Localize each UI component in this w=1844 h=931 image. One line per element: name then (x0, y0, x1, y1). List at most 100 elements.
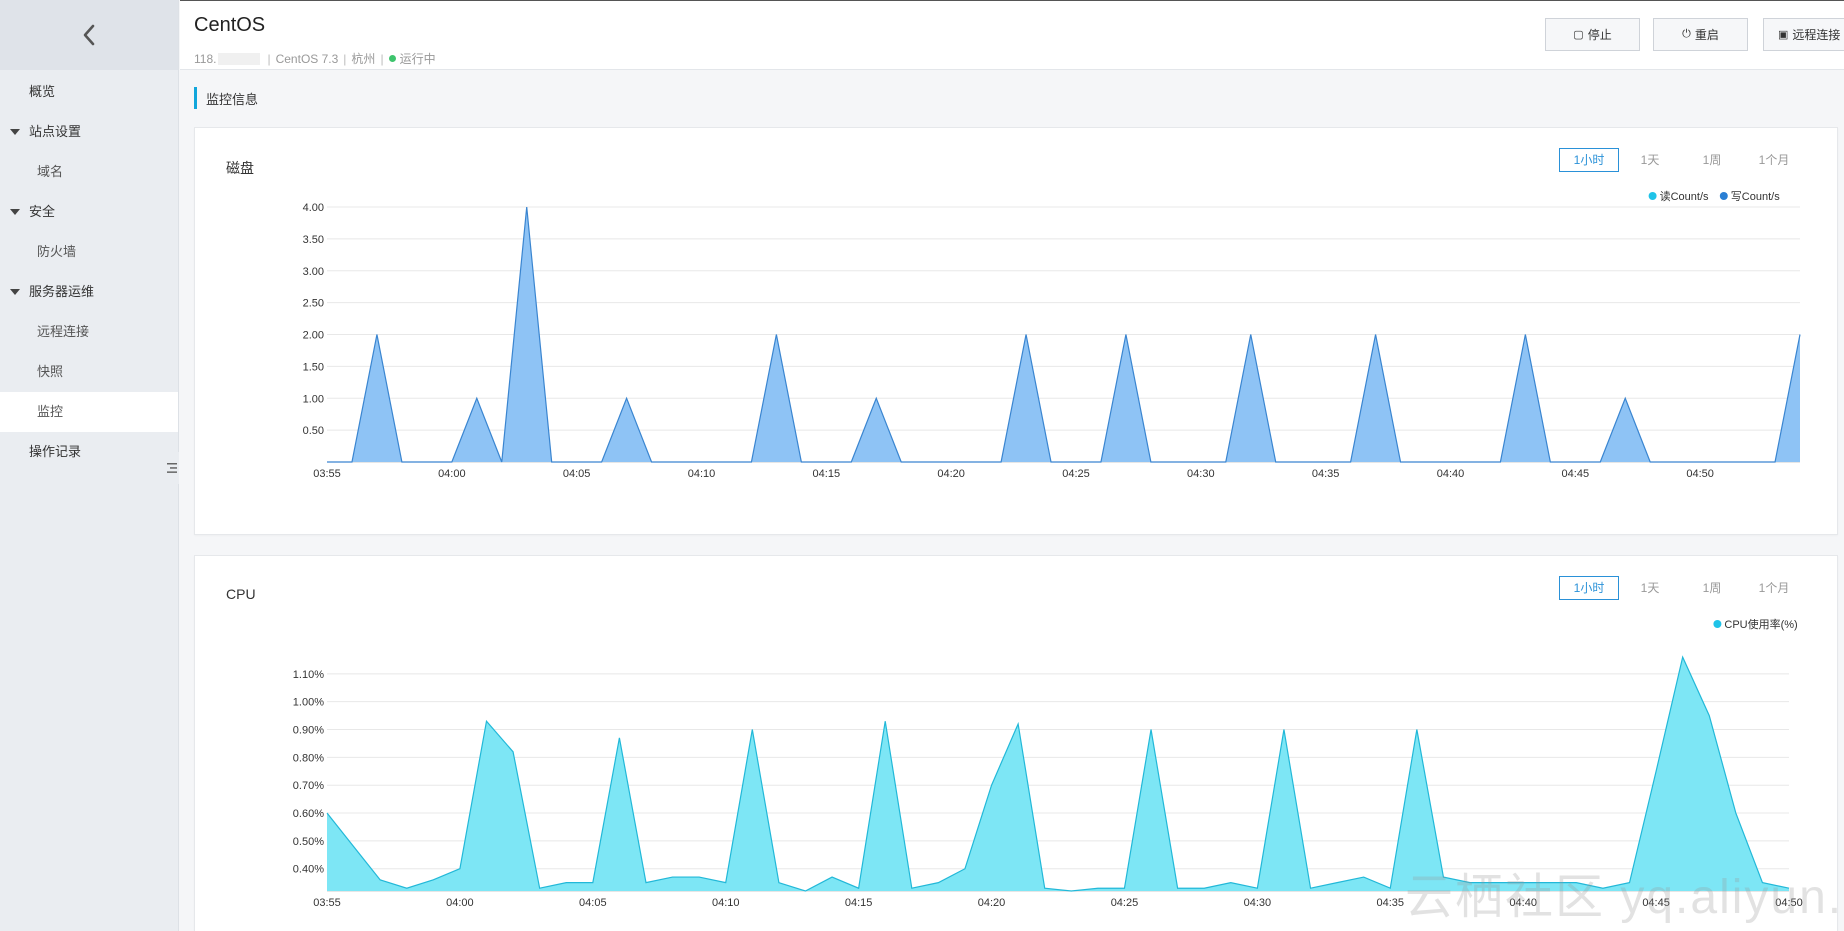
y-tick-label: 2.50 (303, 298, 324, 310)
sidebar-item[interactable]: 概览 (0, 72, 178, 112)
legend-label: 写Count/s (1731, 191, 1780, 203)
legend-dot (1719, 192, 1728, 200)
x-tick-label: 04:40 (1509, 897, 1537, 909)
x-tick-label: 04:25 (1062, 468, 1090, 480)
y-tick-label: 0.80% (293, 752, 324, 764)
sidebar-item[interactable]: 远程连接 (0, 312, 178, 352)
cpu-monitor-card: CPU 1小时 1天 1周 1个月 0.40% 0.50% 0.60% 0.70% 0.… (194, 555, 1838, 931)
status-text: 运行中 (399, 52, 436, 66)
x-tick-label: 04:15 (813, 468, 841, 480)
x-tick-label: 04:20 (937, 468, 965, 480)
sidebar-item-label: 概览 (29, 84, 56, 99)
sidebar-nav: 概览站点设置域名安全防火墙服务器运维远程连接快照监控操作记录 (0, 72, 178, 472)
y-tick-label: 4.00 (303, 202, 324, 214)
section-accent-bar (194, 87, 197, 109)
caret-down-icon (10, 289, 20, 295)
x-tick-label: 04:00 (446, 897, 474, 909)
x-tick-label: 04:35 (1377, 897, 1405, 909)
os-version: CentOS 7.3 (275, 51, 339, 66)
legend-dot (1713, 620, 1722, 628)
sidebar-item[interactable]: 操作记录 (0, 432, 178, 472)
y-tick-label: 1.10% (293, 669, 324, 681)
remote-connect-button[interactable]: ▣ 远程连接 (1763, 18, 1844, 51)
sidebar-item-label: 服务器运维 (29, 284, 95, 299)
caret-down-icon (10, 129, 20, 135)
legend-label: 读Count/s (1660, 189, 1709, 203)
sidebar-item-label: 防火墙 (37, 244, 77, 259)
sidebar-item[interactable]: 监控 (0, 392, 178, 432)
series-area (327, 657, 1789, 891)
y-tick-label: 1.50 (303, 361, 324, 373)
disk-monitor-card: 磁盘 1小时 1天 1周 1个月 0.50 1.00 1.50 2.00 2.50 3.0… (194, 127, 1838, 535)
sidebar-item[interactable]: 域名 (0, 152, 178, 192)
sidebar-item-label: 快照 (37, 364, 64, 379)
sidebar-item-label: 监控 (37, 404, 64, 419)
status-dot (388, 55, 396, 62)
section-title: 监控信息 (206, 91, 259, 107)
y-tick-label: 1.00% (293, 697, 324, 709)
x-tick-label: 04:30 (1187, 468, 1215, 480)
y-tick-label: 2.00 (303, 330, 324, 342)
y-tick-label: 0.50% (293, 836, 324, 848)
sidebar-item[interactable]: 站点设置 (0, 112, 178, 152)
x-tick-label: 04:35 (1312, 468, 1340, 480)
x-tick-label: 04:05 (563, 468, 591, 480)
x-tick-label: 03:55 (313, 468, 341, 480)
y-tick-label: 0.50 (303, 425, 324, 437)
sidebar-item-label: 操作记录 (29, 444, 82, 459)
section-header: 监控信息 (194, 87, 258, 109)
sidebar-item[interactable]: 防火墙 (0, 232, 178, 272)
x-tick-label: 04:40 (1437, 468, 1465, 480)
sidebar-item-label: 站点设置 (29, 124, 82, 139)
sidebar-item-label: 域名 (37, 164, 64, 179)
y-tick-label: 3.00 (303, 266, 324, 278)
sidebar-item-label: 远程连接 (37, 324, 90, 339)
restart-button[interactable]: ⏻ 重启 (1653, 18, 1748, 51)
sidebar-item-label: 安全 (29, 204, 56, 219)
caret-down-icon (10, 209, 20, 215)
sidebar-item[interactable]: 服务器运维 (0, 272, 178, 312)
x-tick-label: 04:30 (1244, 897, 1272, 909)
back-button[interactable] (0, 0, 178, 70)
x-tick-label: 04:05 (579, 897, 607, 909)
y-tick-label: 3.50 (303, 234, 324, 246)
instance-info: 118. | CentOS 7.3 | 杭州 | 运行中 (194, 51, 436, 67)
x-tick-label: 04:50 (1686, 468, 1714, 480)
x-tick-label: 04:20 (978, 897, 1006, 909)
disk-chart: 0.50 1.00 1.50 2.00 2.50 3.00 3.50 4.00 03:55 04:… (303, 189, 1801, 480)
sidebar-collapse-handle[interactable] (165, 452, 179, 484)
x-tick-label: 04:00 (438, 468, 466, 480)
stop-button[interactable]: ▢ 停止 (1545, 18, 1640, 51)
instance-header: CentOS 118. | CentOS 7.3 | 杭州 | 运行中 ▢ 停止… (180, 0, 1844, 70)
stop-icon: ▢ (1573, 29, 1584, 41)
x-tick-label: 04:45 (1562, 468, 1590, 480)
y-tick-label: 0.40% (293, 864, 324, 876)
legend-label: CPU使用率(%) (1724, 617, 1797, 631)
cpu-chart: 0.40% 0.50% 0.60% 0.70% 0.80% 0.90% 1.00% 1.10%… (293, 617, 1803, 909)
legend-dot (1648, 192, 1657, 200)
sidebar-item[interactable]: 快照 (0, 352, 178, 392)
x-tick-label: 04:15 (845, 897, 873, 909)
x-tick-label: 04:45 (1642, 897, 1670, 909)
x-tick-label: 04:10 (688, 468, 716, 480)
sidebar-item[interactable]: 安全 (0, 192, 178, 232)
ip-redacted (218, 52, 261, 65)
y-tick-label: 0.70% (293, 780, 324, 792)
region: 杭州 (351, 52, 376, 66)
x-tick-label: 04:25 (1111, 897, 1139, 909)
page-title: CentOS (194, 14, 266, 36)
y-tick-label: 0.60% (293, 808, 324, 820)
main-content: CentOS 118. | CentOS 7.3 | 杭州 | 运行中 ▢ 停止… (180, 0, 1844, 931)
x-tick-label: 03:55 (313, 897, 341, 909)
series-line (326, 655, 1790, 892)
restart-button-label: 重启 (1694, 28, 1719, 42)
stop-button-label: 停止 (1587, 28, 1612, 42)
y-tick-label: 0.90% (293, 725, 324, 737)
sidebar: 概览站点设置域名安全防火墙服务器运维远程连接快照监控操作记录 (0, 0, 179, 931)
menu-collapse-icon (167, 463, 177, 473)
chevron-left-icon (83, 24, 95, 46)
monitor-icon: ▣ (1778, 29, 1789, 41)
x-tick-label: 04:10 (712, 897, 740, 909)
y-tick-label: 1.00 (303, 393, 324, 405)
power-icon: ⏻ (1682, 28, 1691, 40)
